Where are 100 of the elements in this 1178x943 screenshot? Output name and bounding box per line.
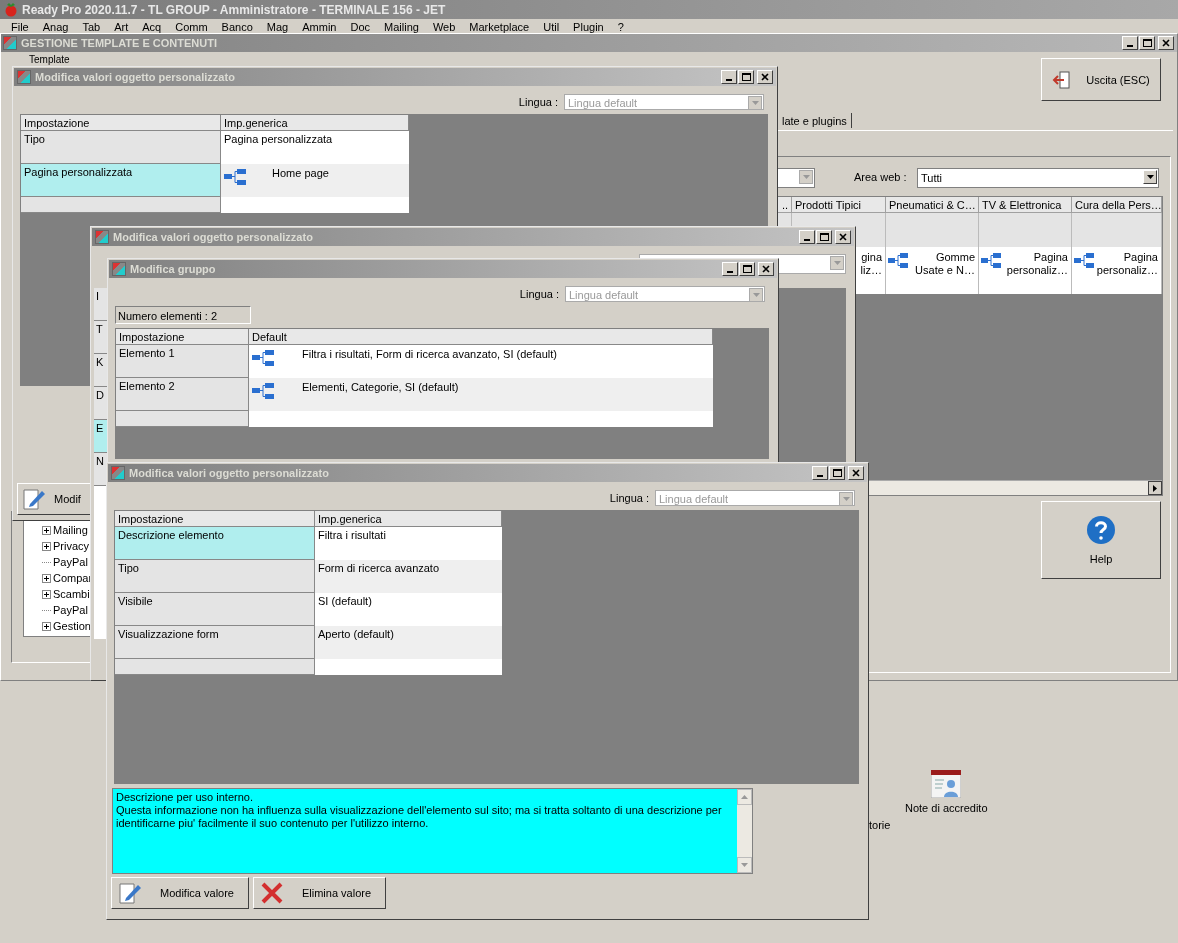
tab[interactable]: late e plugins — [780, 113, 852, 128]
desktop-icon-label[interactable]: torie — [869, 819, 891, 831]
expand-icon[interactable] — [42, 525, 51, 535]
desktop-icon-label[interactable]: Note di accredito — [905, 802, 988, 814]
menu-item[interactable]: Marketplace — [462, 19, 537, 33]
action-button[interactable]: Modifica valore — [111, 877, 249, 909]
cell-text: Pagina personaliz… — [1005, 251, 1068, 277]
setting-cell[interactable]: Elemento 1 — [116, 345, 249, 378]
exit-button[interactable]: Uscita (ESC) — [1041, 58, 1161, 101]
expand-icon[interactable] — [42, 621, 51, 631]
tree-item[interactable]: Gestion — [53, 620, 91, 632]
menu-item[interactable]: Acq — [135, 19, 169, 33]
tree-item[interactable]: Privacy — [53, 540, 90, 552]
value-cell[interactable]: Elementi, Categorie, SI (default) — [249, 378, 713, 411]
maximize-icon — [1142, 39, 1152, 47]
dropdown-arrow-icon — [802, 175, 810, 179]
tree-item[interactable]: PayPal — [53, 604, 88, 616]
close-button[interactable] — [1158, 36, 1174, 50]
tree-connector — [42, 609, 51, 611]
menu-item[interactable]: Doc — [343, 19, 377, 33]
maximize-button[interactable] — [816, 230, 832, 244]
close-button[interactable] — [758, 262, 774, 276]
menu-item[interactable]: Ammin — [295, 19, 344, 33]
setting-cell[interactable]: Elemento 2 — [116, 378, 249, 411]
expand-icon[interactable] — [42, 589, 51, 599]
table-cell[interactable]: Gomme Usate e N… — [886, 247, 979, 294]
tree-item[interactable]: Compar — [53, 572, 93, 584]
setting-cell[interactable]: Descrizione elemento — [115, 527, 315, 560]
menu-item[interactable]: File — [4, 19, 36, 33]
menu-item[interactable]: Tab — [75, 19, 108, 33]
window-icon — [95, 230, 109, 244]
menu-item[interactable]: Web — [425, 19, 463, 33]
column-header: Cura della Pers… — [1072, 197, 1162, 213]
menu-item[interactable]: Comm — [168, 19, 215, 33]
group-label: Template — [29, 54, 70, 65]
expand-icon[interactable] — [42, 541, 51, 551]
close-button[interactable] — [757, 70, 773, 84]
maximize-button[interactable] — [739, 262, 755, 276]
menu-item[interactable]: Anag — [35, 19, 76, 33]
close-button[interactable] — [835, 230, 851, 244]
element-count: Numero elementi : 2 — [115, 306, 251, 324]
setting-cell[interactable]: Visibile — [115, 593, 315, 626]
link-tree-icon — [252, 350, 274, 366]
description-box[interactable] — [112, 788, 753, 874]
minimize-button[interactable] — [799, 230, 815, 244]
tree-item[interactable]: PayPal — [53, 556, 88, 568]
dropdown-arrow-icon — [751, 101, 759, 105]
window-icon — [3, 36, 17, 50]
window-title: Modifica valori oggetto personalizzato — [129, 467, 329, 479]
window-title: Modifica valori oggetto personalizzato — [35, 71, 235, 83]
link-tree-icon — [888, 253, 908, 268]
value-cell[interactable]: Home page — [221, 164, 409, 197]
help-button[interactable]: Help — [1041, 501, 1161, 579]
tree-connector — [42, 561, 51, 563]
menu-item[interactable]: Banco — [214, 19, 260, 33]
dropdown-arrow-icon — [1146, 175, 1154, 179]
maximize-button[interactable] — [1139, 36, 1155, 50]
minimize-button[interactable] — [721, 70, 737, 84]
tree-item[interactable]: Mailing — [53, 524, 88, 536]
tree-item[interactable]: Scambi — [53, 588, 90, 600]
window-title: GESTIONE TEMPLATE E CONTENUTI — [21, 37, 217, 49]
vertical-scrollbar[interactable] — [737, 789, 752, 873]
dropdown-arrow-icon — [752, 293, 760, 297]
link-tree-icon — [224, 169, 246, 185]
link-tree-icon — [1074, 253, 1094, 268]
close-icon — [761, 73, 769, 81]
minimize-button[interactable] — [1122, 36, 1138, 50]
menu-item[interactable]: Art — [107, 19, 136, 33]
maximize-button[interactable] — [829, 466, 845, 480]
setting-cell[interactable]: Tipo — [21, 131, 221, 164]
menu-item[interactable]: Plugin — [566, 19, 611, 33]
document-person-icon[interactable] — [931, 770, 962, 798]
value-cell[interactable]: Form di ricerca avanzato — [315, 560, 502, 593]
window-icon — [112, 262, 126, 276]
close-icon — [762, 265, 770, 273]
minimize-button[interactable] — [812, 466, 828, 480]
maximize-icon — [742, 265, 752, 273]
maximize-button[interactable] — [738, 70, 754, 84]
menu-item[interactable]: Mailing — [377, 19, 426, 33]
setting-cell[interactable]: Visualizzazione form — [115, 626, 315, 659]
app-title: Ready Pro 2020.11.7 - TL GROUP - Amministratore - TERMINALE 156 - JET — [22, 2, 446, 17]
area-web-dropdown[interactable]: Tutti — [917, 168, 1159, 188]
expand-icon[interactable] — [42, 573, 51, 583]
value-cell[interactable]: Aperto (default) — [315, 626, 502, 659]
cell-text: Home page — [271, 167, 329, 179]
close-icon — [1162, 39, 1170, 47]
menu-item[interactable]: ? — [610, 19, 631, 33]
action-button[interactable]: Elimina valore — [253, 877, 387, 909]
menu-item[interactable]: Mag — [259, 19, 296, 33]
table-cell[interactable]: Pagina personaliz… — [979, 247, 1072, 294]
dropdown-arrow-icon — [842, 497, 850, 501]
column-header: Pneumatici & C… — [886, 197, 979, 213]
close-button[interactable] — [848, 466, 864, 480]
menu-item[interactable]: Util — [536, 19, 567, 33]
setting-cell[interactable]: Tipo — [115, 560, 315, 593]
language-label: Lingua : — [519, 288, 559, 300]
minimize-button[interactable] — [722, 262, 738, 276]
close-icon — [839, 233, 847, 241]
table-cell[interactable]: Pagina personaliz… — [1072, 247, 1162, 294]
setting-cell[interactable]: Pagina personalizzata — [21, 164, 221, 197]
